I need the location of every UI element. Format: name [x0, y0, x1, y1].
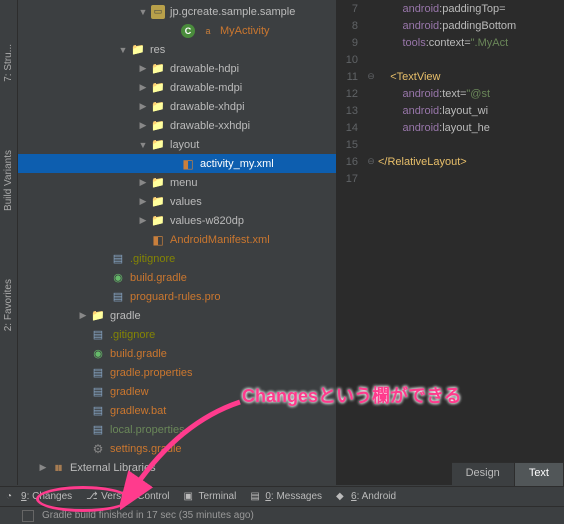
editor-line[interactable]: 14 android:layout_he [336, 119, 564, 136]
line-number: 11 [336, 71, 364, 83]
xml-icon [181, 157, 195, 171]
left-tool-gutter: 7: Stru... Build Variants 2: Favorites [0, 0, 18, 485]
tree-layout-file[interactable]: activity_my.xml [18, 154, 336, 173]
line-number: 15 [336, 139, 364, 151]
folder-icon [151, 176, 165, 190]
gradle-icon [91, 347, 105, 361]
line-number: 10 [336, 54, 364, 66]
tab-design[interactable]: Design [452, 463, 515, 486]
file-icon [91, 328, 105, 342]
editor-line[interactable]: 13 android:layout_wi [336, 102, 564, 119]
android-icon: a [201, 24, 215, 38]
tree-res[interactable]: res [18, 40, 336, 59]
bottom-tool-android[interactable]: ◆6: Android [336, 491, 396, 503]
bottom-tool-changes[interactable]: ◔9: Changes [6, 491, 72, 503]
editor-line[interactable]: 15 [336, 136, 564, 153]
file-icon [91, 423, 105, 437]
line-number: 14 [336, 122, 364, 134]
tab-favorites[interactable]: 2: Favorites [2, 275, 15, 335]
line-number: 9 [336, 37, 364, 49]
tree-drawable[interactable]: drawable-xxhdpi [18, 116, 336, 135]
editor-line[interactable]: 12 android:text="@st [336, 85, 564, 102]
tree-settings-gradle[interactable]: settings.gradle [18, 439, 336, 458]
annotation-callout: Changesという欄ができる [242, 382, 462, 408]
package-icon: ▭ [151, 5, 165, 19]
tree-local-props[interactable]: local.properties [18, 420, 336, 439]
folder-icon [151, 100, 165, 114]
editor-line[interactable]: 10 [336, 51, 564, 68]
editor-line[interactable]: 7 android:paddingTop= [336, 0, 564, 17]
folder-icon [91, 309, 105, 323]
line-number: 16 [336, 156, 364, 168]
editor-line[interactable]: 17 [336, 170, 564, 187]
gear-icon [91, 442, 105, 456]
bottom-tool-terminal[interactable]: ▣Terminal [184, 491, 237, 503]
line-number: 7 [336, 3, 364, 15]
tree-root-buildgradle[interactable]: build.gradle [18, 344, 336, 363]
tree-values-w[interactable]: values-w820dp [18, 211, 336, 230]
file-icon [91, 366, 105, 380]
folder-icon [131, 43, 145, 57]
tree-ext-libs[interactable]: External Libraries [18, 458, 336, 477]
tree-root-gitignore[interactable]: .gitignore [18, 325, 336, 344]
code-editor[interactable]: 7 android:paddingTop=8 android:paddingBo… [336, 0, 564, 485]
tree-menu[interactable]: menu [18, 173, 336, 192]
file-icon [91, 385, 105, 399]
android-icon: ◆ [336, 491, 348, 503]
vcs-icon: ⎇ [86, 491, 98, 503]
messages-icon: ▤ [250, 491, 262, 503]
tree-gradle-dir[interactable]: gradle [18, 306, 336, 325]
editor-mode-tabs: Design Text [452, 462, 564, 486]
project-tree[interactable]: ▭jp.gcreate.sample.sample CaMyActivity r… [18, 0, 336, 485]
line-number: 17 [336, 173, 364, 185]
tree-gradle-props[interactable]: gradle.properties [18, 363, 336, 382]
tree-values[interactable]: values [18, 192, 336, 211]
tree-buildgradle[interactable]: build.gradle [18, 268, 336, 287]
tab-structure[interactable]: 7: Stru... [2, 40, 15, 86]
class-icon: C [181, 24, 195, 38]
folder-icon [151, 195, 165, 209]
terminal-icon: ▣ [184, 491, 196, 503]
tree-drawable[interactable]: drawable-xhdpi [18, 97, 336, 116]
editor-line[interactable]: 11⊖ <TextView [336, 68, 564, 85]
xml-icon [151, 233, 165, 247]
status-text: Gradle build finished in 17 sec (35 minu… [42, 510, 254, 521]
library-icon [51, 461, 65, 475]
file-icon [111, 290, 125, 304]
bottom-tool-vcs[interactable]: ⎇Version Control [86, 491, 169, 503]
gradle-icon [111, 271, 125, 285]
bottom-tool-bar: ◔9: Changes ⎇Version Control ▣Terminal ▤0: … [0, 486, 564, 506]
file-icon [111, 252, 125, 266]
line-number: 8 [336, 20, 364, 32]
bottom-tool-messages[interactable]: ▤0: Messages [250, 491, 322, 503]
tree-drawable[interactable]: drawable-mdpi [18, 78, 336, 97]
tree-drawable[interactable]: drawable-hdpi [18, 59, 336, 78]
tree-class[interactable]: CaMyActivity [18, 21, 336, 40]
fold-gutter[interactable]: ⊖ [364, 71, 378, 82]
editor-line[interactable]: 8 android:paddingBottom [336, 17, 564, 34]
folder-icon [151, 119, 165, 133]
folder-icon [151, 138, 165, 152]
line-number: 12 [336, 88, 364, 100]
tab-text[interactable]: Text [515, 463, 564, 486]
editor-line[interactable]: 16⊖</RelativeLayout> [336, 153, 564, 170]
tree-package[interactable]: ▭jp.gcreate.sample.sample [18, 2, 336, 21]
editor-line[interactable]: 9 tools:context=".MyAct [336, 34, 564, 51]
tree-layout[interactable]: layout [18, 135, 336, 154]
changes-icon: ◔ [6, 491, 18, 503]
folder-icon [151, 81, 165, 95]
status-bar: Gradle build finished in 17 sec (35 minu… [0, 506, 564, 524]
folder-icon [151, 62, 165, 76]
status-indicator [22, 510, 34, 522]
tree-gitignore[interactable]: .gitignore [18, 249, 336, 268]
tree-proguard[interactable]: proguard-rules.pro [18, 287, 336, 306]
file-icon [91, 404, 105, 418]
folder-icon [151, 214, 165, 228]
tree-manifest[interactable]: AndroidManifest.xml [18, 230, 336, 249]
tab-build-variants[interactable]: Build Variants [2, 146, 15, 215]
line-number: 13 [336, 105, 364, 117]
fold-gutter[interactable]: ⊖ [364, 156, 378, 167]
